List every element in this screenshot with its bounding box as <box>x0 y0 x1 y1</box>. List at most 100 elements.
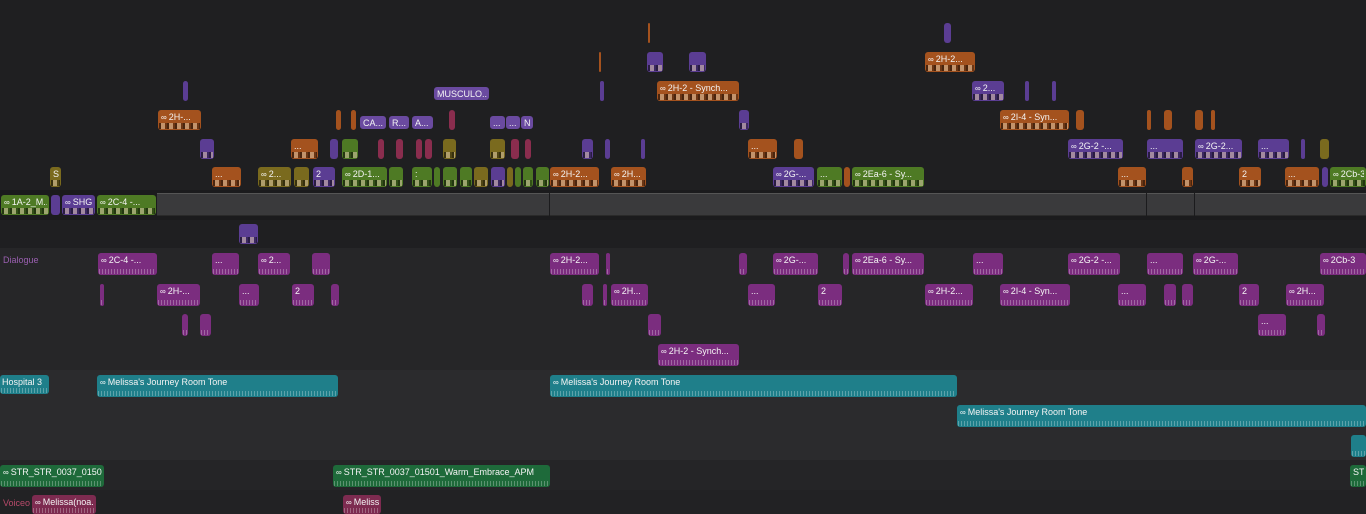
connected-clip[interactable]: ∞ 2G-... <box>773 167 814 187</box>
connected-clip[interactable] <box>536 167 549 187</box>
connected-clip[interactable]: ∞ 2Ea-6 - Sy... <box>852 167 924 187</box>
dialogue-clip[interactable] <box>606 253 610 275</box>
connected-clip[interactable] <box>460 167 472 187</box>
voiceover-clip[interactable]: ∞Meliss... <box>343 495 381 514</box>
connected-clip[interactable]: ... <box>748 139 777 159</box>
dialogue-clip[interactable]: ... <box>239 284 259 306</box>
connected-clip[interactable]: ∞ 2... <box>972 81 1004 101</box>
storyline-clip[interactable] <box>51 195 60 215</box>
dialogue-clip[interactable]: ... <box>1258 314 1286 336</box>
connected-clip[interactable] <box>1052 81 1056 101</box>
connected-clip[interactable] <box>239 224 258 244</box>
connected-clip[interactable] <box>449 110 455 130</box>
connected-clip[interactable] <box>1182 167 1193 187</box>
connected-clip[interactable] <box>1320 139 1329 159</box>
timeline[interactable]: ∞ 2H-2... MUSCULO... ∞ 2H-2 - Synch... ∞ 2... ∞… <box>0 0 1366 514</box>
dialogue-clip[interactable] <box>1182 284 1193 306</box>
connected-clip[interactable] <box>1211 110 1215 130</box>
hospital-ambience-clip[interactable]: Hospital 3 <box>0 375 49 394</box>
dialogue-clip[interactable]: ∞ 2H... <box>1286 284 1324 306</box>
connected-clip[interactable] <box>396 139 403 159</box>
title-clip[interactable]: N <box>521 116 533 129</box>
connected-clip[interactable] <box>425 139 432 159</box>
dialogue-clip[interactable]: ∞ 2I-4 - Syn... <box>1000 284 1070 306</box>
connected-clip[interactable]: ∞ 2H-... <box>158 110 201 130</box>
connected-clip[interactable] <box>490 139 505 159</box>
connected-clip[interactable]: ∞ 2H-2 - Synch... <box>657 81 739 101</box>
primary-storyline-gap[interactable] <box>550 193 1146 216</box>
connected-clip[interactable] <box>200 139 214 159</box>
connected-clip[interactable] <box>511 139 519 159</box>
connected-clip[interactable] <box>491 167 505 187</box>
dialogue-clip[interactable]: ∞ 2G-... <box>773 253 818 275</box>
connected-clip[interactable]: ... <box>1285 167 1319 187</box>
storyline-clip[interactable]: ∞ 1A-2_M... <box>1 195 49 215</box>
room-tone-clip[interactable] <box>1351 435 1366 457</box>
connected-clip[interactable] <box>474 167 488 187</box>
connected-clip[interactable] <box>647 52 663 72</box>
connected-clip[interactable] <box>605 139 610 159</box>
connected-clip[interactable] <box>389 167 403 187</box>
connected-clip[interactable]: ... <box>1258 139 1289 159</box>
connected-clip[interactable] <box>844 167 850 187</box>
primary-storyline-gap[interactable] <box>1195 193 1366 216</box>
dialogue-clip[interactable] <box>739 253 747 275</box>
dialogue-clip[interactable]: ∞ 2H... <box>611 284 648 306</box>
dialogue-clip[interactable]: ... <box>748 284 775 306</box>
dialogue-clip[interactable]: 2 <box>292 284 314 306</box>
connected-clip[interactable] <box>794 139 803 159</box>
dialogue-clip[interactable] <box>312 253 330 275</box>
dialogue-clip[interactable] <box>582 284 593 306</box>
title-clip[interactable]: ... <box>506 116 520 129</box>
connected-clip[interactable]: 2 <box>313 167 335 187</box>
connected-clip[interactable] <box>515 167 521 187</box>
connected-clip[interactable] <box>1164 110 1172 130</box>
dialogue-clip[interactable]: ... <box>1147 253 1183 275</box>
connected-clip[interactable] <box>351 110 356 130</box>
connected-clip[interactable]: ∞ 2Cb-3 <box>1330 167 1366 187</box>
connected-clip[interactable]: ∞ 2I-4 - Syn... <box>1000 110 1069 130</box>
dialogue-clip[interactable]: ∞ 2G-2 -... <box>1068 253 1120 275</box>
music-clip[interactable]: STR <box>1350 465 1366 487</box>
room-tone-clip[interactable]: ∞ Melissa's Journey Room Tone <box>957 405 1366 427</box>
music-clip[interactable]: ∞STR_STR_0037_01501... <box>0 465 104 487</box>
connected-clip[interactable]: ... <box>212 167 241 187</box>
dialogue-clip[interactable]: ∞ 2H-2... <box>925 284 973 306</box>
connected-clip[interactable]: ... <box>817 167 842 187</box>
primary-storyline-gap[interactable] <box>157 193 549 216</box>
connected-clip[interactable] <box>641 139 645 159</box>
room-tone-clip[interactable]: ∞ Melissa's Journey Room Tone <box>97 375 338 397</box>
connected-clip[interactable] <box>1076 110 1084 130</box>
connected-clip[interactable] <box>330 139 338 159</box>
connected-clip[interactable] <box>648 23 650 43</box>
dialogue-clip[interactable]: 2 <box>818 284 842 306</box>
connected-clip[interactable]: ∞ 2H-2... <box>925 52 975 72</box>
connected-clip[interactable]: ... <box>1118 167 1146 187</box>
dialogue-clip[interactable] <box>1317 314 1325 336</box>
connected-clip[interactable] <box>342 139 358 159</box>
connected-clip[interactable] <box>599 52 601 72</box>
storyline-clip[interactable]: ∞ 2C-4 -... <box>97 195 156 215</box>
connected-clip[interactable] <box>1147 110 1151 130</box>
connected-clip[interactable] <box>523 167 533 187</box>
connected-clip[interactable] <box>443 139 456 159</box>
connected-clip[interactable] <box>443 167 457 187</box>
dialogue-clip[interactable]: ∞ 2Ea-6 - Sy... <box>852 253 924 275</box>
dialogue-clip[interactable] <box>603 284 607 306</box>
connected-clip[interactable] <box>1025 81 1029 101</box>
connected-clip[interactable]: ∞ 2G-2 -... <box>1068 139 1123 159</box>
room-tone-clip[interactable]: ∞ Melissa's Journey Room Tone <box>550 375 957 397</box>
title-clip[interactable]: A... <box>412 116 433 129</box>
connected-clip[interactable] <box>600 81 604 101</box>
dialogue-clip[interactable] <box>1164 284 1176 306</box>
connected-clip[interactable] <box>689 52 706 72</box>
dialogue-clip[interactable] <box>843 253 849 275</box>
dialogue-clip[interactable]: ... <box>212 253 239 275</box>
connected-clip[interactable] <box>1301 139 1305 159</box>
title-clip[interactable]: ... <box>490 116 505 129</box>
dialogue-clip[interactable] <box>648 314 661 336</box>
dialogue-clip[interactable] <box>182 314 188 336</box>
connected-clip[interactable] <box>434 167 440 187</box>
primary-storyline-gap[interactable] <box>1147 193 1194 216</box>
connected-clip[interactable] <box>739 110 749 130</box>
